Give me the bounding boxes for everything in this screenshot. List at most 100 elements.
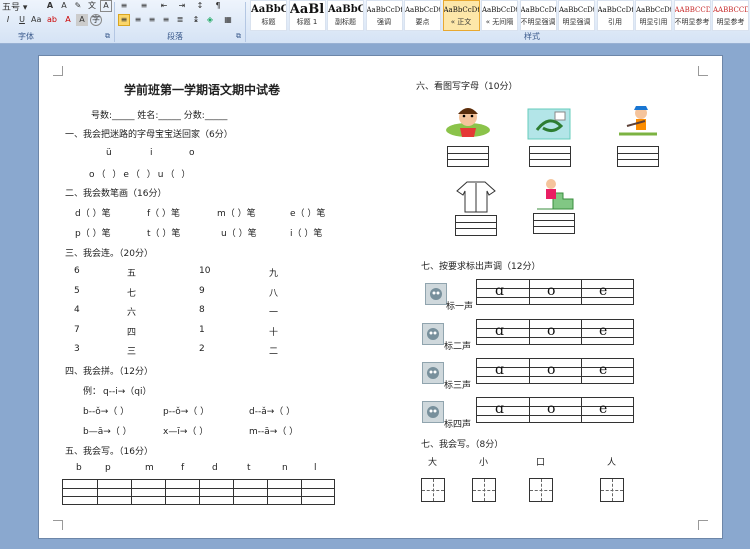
section-7b-heading: 七、我会写。（8分） [421,440,504,450]
grid-divider [529,398,530,422]
bullets-button[interactable]: ≡ [118,0,130,12]
letter-o: o [189,148,195,158]
match-item: 十 [269,327,279,338]
grid-divider [581,280,582,304]
tian-grid-box[interactable] [472,478,496,502]
tian-grid-box[interactable] [421,478,445,502]
paragraph-dialog-launcher[interactable]: ⧉ [236,32,241,41]
distribute-button[interactable]: ≣ [174,14,186,26]
shading-button[interactable]: ◈ [204,14,216,26]
practice-character: 小 [479,458,489,468]
style-tile[interactable]: AaBbCcDt 不明显强调 [519,0,557,31]
tian-grid-box[interactable] [529,478,553,502]
tone-row-icon [422,362,444,384]
stroke-count-item: m（ ）笔 [217,209,256,219]
grow-font-button[interactable]: A [44,0,56,12]
style-tile[interactable]: AaBbCcDt 明显引用 [635,0,672,31]
stroke-count-item: d（ ）笔 [75,209,111,219]
underline-button[interactable]: U [16,14,28,26]
pinyin-item: b—ā→（ ） [83,427,132,437]
align-center-button[interactable]: ≡ [132,14,144,26]
enclose-char-button[interactable]: 字 [90,14,102,26]
align-left-button[interactable]: ≡ [118,14,130,26]
tone-row-label: 标四声 [444,420,472,430]
stroke-count-item: f（ ）笔 [147,209,181,219]
match-item: 九 [269,269,279,279]
outdent-button[interactable]: ⇤ [158,0,170,12]
match-item: 10 [199,266,211,276]
hook-picture-image [527,108,571,140]
align-right-button[interactable]: ≡ [146,14,158,26]
style-tile[interactable]: AaBbC 副标题 [327,0,364,31]
match-item: 8 [199,305,205,315]
char-border-button[interactable]: A [100,0,112,12]
style-name: « 无间隔 [485,18,514,26]
group-separator [245,2,246,42]
char-shading-button[interactable]: A [76,14,88,26]
tone-row-label: 标二声 [444,342,472,352]
style-preview: AaBbCcDt [405,6,441,14]
show-marks-button[interactable]: ¶ [212,0,224,12]
match-item: 八 [269,288,279,299]
section-5-heading: 五、我会写。（16分） [65,447,153,457]
style-tile[interactable]: AaBbCcDt « 无间隔 [481,0,518,31]
section-2-heading: 二、我会数笔画（16分） [65,189,167,199]
sort-button[interactable]: ↕ [194,0,206,12]
ribbon: 五号 ▾ A A ✎ 文 A I U Aa ab A A 字 字体 ⧉ ≡ ≡ … [0,0,750,44]
margin-corner-mark [698,520,708,530]
style-preview: AABBCCDD [674,6,710,14]
tone-vowel: e [599,283,608,299]
grid-divider [267,480,268,504]
tone-writing-grid[interactable]: ɑoe [476,397,634,423]
style-preview: AaBbCcDt [636,6,672,14]
tone-writing-grid[interactable]: ɑoe [476,319,634,345]
answer-box[interactable] [533,213,575,234]
stroke-count-item: i（ ）笔 [290,229,323,239]
style-preview: AaBl [289,2,325,17]
kid-fishing-image [617,104,659,136]
style-tile[interactable]: AaBl 标题 1 [288,0,326,31]
tone-writing-grid[interactable]: ɑoe [476,279,634,305]
answer-box[interactable] [529,146,571,167]
tone-row-icon [425,283,447,305]
tian-grid-box[interactable] [600,478,624,502]
style-name: 标题 1 [296,18,318,26]
pinyin-item: m--ā→（ ） [249,427,299,437]
answer-box[interactable] [455,215,497,236]
practice-character: 口 [536,458,546,468]
italic-button[interactable]: I [2,14,14,26]
shrink-font-button[interactable]: A [58,0,70,12]
font-color-button[interactable]: A [62,14,74,26]
font-dialog-launcher[interactable]: ⧉ [105,32,110,41]
clear-format-button[interactable]: ✎ [72,0,84,12]
change-case-button[interactable]: Aa [30,14,42,26]
style-tile[interactable]: AABBCCDD 不明显参考 [673,0,711,31]
style-tile[interactable]: AaBbC 标题 [250,0,287,31]
style-tile[interactable]: AaBbCcDt 要点 [404,0,441,31]
exam-title: 学前班第一学期语文期中试卷 [124,83,281,97]
match-item: 六 [127,308,137,318]
font-size-select[interactable]: 五号 ▾ [2,0,27,13]
style-tile[interactable]: AABBCCDD 明显参考 [712,0,749,31]
style-tile[interactable]: AaBbCcDt 引用 [596,0,634,31]
style-preview: AaBbCcDt [559,6,595,14]
indent-button[interactable]: ⇥ [176,0,188,12]
girl-on-stairs-image [535,177,575,211]
style-tile[interactable]: AaBbCcDt 强调 [365,0,403,31]
phonetic-guide-button[interactable]: 文 [86,0,98,12]
tone-writing-grid[interactable]: ɑoe [476,358,634,384]
tone-row-icon [422,323,444,345]
stroke-count-item: t（ ）笔 [147,229,181,239]
line-spacing-button[interactable]: ↨ [190,14,202,26]
style-tile[interactable]: AaBbCcDt « 正文 [442,0,480,31]
highlight-button[interactable]: ab [46,14,58,26]
borders-button[interactable]: ▦ [222,14,234,26]
match-item: 2 [199,344,205,354]
document-page[interactable]: 学前班第一学期语文期中试卷 号数:_____ 姓名:_____ 分数:_____… [38,55,723,539]
style-tile[interactable]: AaBbCcDt 明显强调 [558,0,595,31]
justify-button[interactable]: ≡ [160,14,172,26]
answer-box[interactable] [447,146,489,167]
numbering-button[interactable]: ≡ [138,0,150,12]
answer-box[interactable] [617,146,659,167]
tone-vowel: o [547,283,556,299]
